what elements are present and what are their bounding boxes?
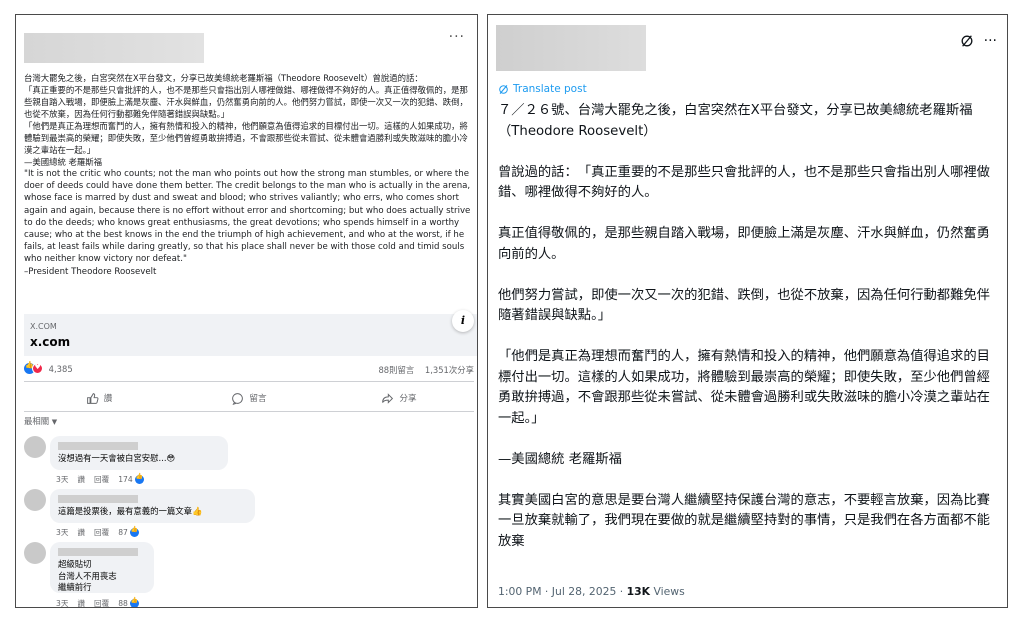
like-reaction-icon (134, 473, 144, 484)
comment-like-link[interactable]: 讚 (77, 598, 85, 607)
translate-label: Translate post (513, 83, 587, 95)
comment-text-line: 繼續前行 (58, 582, 92, 592)
post-paragraph: 其實美國白宮的意思是要台灣人繼續堅持保護台灣的意志，不要輕言放棄，因為比賽一旦放… (498, 492, 990, 549)
comments-count[interactable]: 88則留言 (378, 365, 414, 375)
comment-text-line: 台灣人不用喪志 (58, 570, 117, 581)
post-paragraph: —美國總統 老羅斯福 (498, 451, 622, 467)
blurred-commenter-name (58, 442, 138, 450)
comment-meta: 3天 讚 回覆 174 (56, 473, 144, 485)
timestamp-text[interactable]: 1:00 PM · Jul 28, 2025 · (498, 585, 627, 598)
blurred-commenter-name (58, 548, 138, 556)
comment-text-line: 超級貼切 (58, 559, 92, 569)
comment-time[interactable]: 3天 (56, 598, 68, 607)
comment-button[interactable]: 留言 (174, 387, 324, 409)
post-intro: 台灣大罷免之後，白宮突然在X平台發文，分享已故美總統老羅斯福（Theodore … (24, 73, 423, 83)
comment-like-count[interactable]: 87 (118, 526, 139, 537)
post-body: ７／２６號、台灣大罷免之後，白宮突然在X平台發文，分享已故美總統老羅斯福（The… (498, 101, 1003, 573)
comment-sort-dropdown[interactable]: 最相關 ▼ (24, 415, 57, 427)
grok-icon[interactable] (960, 34, 974, 48)
comment-like-link[interactable]: 讚 (77, 474, 85, 485)
post-paragraph: 曾說過的話： 「真正重要的不是那些只會批評的人，也不是那些只會指出別人哪裡做錯、… (498, 164, 990, 201)
quote-en: "It is not the critic who counts; not th… (24, 169, 471, 265)
comment-icon (232, 392, 244, 405)
thumbs-up-icon (86, 392, 99, 404)
comment-meta: 3天 讚 回覆 87 (56, 526, 139, 538)
action-bar: 讚 留言 分享 (24, 387, 474, 409)
post-body: 台灣大罷免之後，白宮突然在X平台發文，分享已故美總統老羅斯福（Theodore … (24, 72, 474, 278)
more-options-icon[interactable]: ··· (449, 29, 465, 45)
sort-label: 最相關 (24, 416, 50, 426)
comment-bubble: 沒想過有一天會被白宮安慰...😳 (50, 436, 228, 470)
comment-like-count[interactable]: 174 (118, 473, 144, 484)
blurred-commenter-name (58, 495, 138, 503)
caret-down-icon: ▼ (51, 418, 58, 426)
post-paragraph: 「他們是真正為理想而奮鬥的人，擁有熱情和投入的精神，他們願意為值得追求的目標付出… (498, 349, 990, 426)
comment-label: 留言 (249, 394, 267, 404)
comment-bubble: 超級貼切 台灣人不用喪志 繼續前行 (50, 542, 154, 593)
comment-text: 沒想過有一天會被白宮安慰...😳 (58, 453, 176, 463)
comment-time[interactable]: 3天 (56, 474, 68, 485)
post-paragraph: ７／２６號、台灣大罷免之後，白宮突然在X平台發文，分享已故美總統老羅斯福（The… (498, 103, 973, 139)
shares-count[interactable]: 1,351次分享 (425, 365, 474, 375)
link-domain: x.com (30, 335, 71, 349)
like-button[interactable]: 讚 (24, 387, 174, 409)
post-top-icons: ··· (960, 33, 997, 49)
reactions-count[interactable]: 4,385 (49, 364, 73, 374)
comment-time[interactable]: 3天 (56, 527, 68, 538)
facebook-post-panel: ··· 台灣大罷免之後，白宮突然在X平台發文，分享已故美總統老羅斯福（Theod… (15, 14, 478, 608)
like-label: 讚 (103, 394, 113, 404)
share-button[interactable]: 分享 (324, 387, 474, 409)
quote-zh-1: 「真正重要的不是那些只會批評的人，也不是那些只會指出別人哪裡做錯、哪裡做得不夠好… (24, 85, 468, 119)
comment-meta: 3天 讚 回覆 88 (56, 597, 139, 607)
avatar[interactable] (24, 542, 46, 564)
blurred-author-header (24, 33, 204, 63)
share-icon (382, 392, 394, 404)
comment-bubble: 這篇是投票後，最有意義的一篇文章👍 (50, 489, 255, 523)
comment-like-count[interactable]: 88 (118, 597, 139, 607)
post-timestamp: 1:00 PM · Jul 28, 2025 · 13K Views (498, 585, 685, 598)
like-reaction-icon (129, 597, 139, 607)
link-preview-card[interactable]: X.COM x.com i (24, 310, 477, 356)
share-label: 分享 (399, 394, 417, 404)
avatar[interactable] (24, 489, 46, 511)
comment-text: 這篇是投票後，最有意義的一篇文章👍 (58, 506, 203, 516)
post-paragraph: 真正值得敬佩的，是那些親自踏入戰場，即便臉上滿是灰塵、汗水與鮮血，仍然奮勇向前的… (498, 226, 990, 262)
translate-icon (499, 84, 508, 94)
x-post-panel: ··· Translate post ７／２６號、台灣大罷免之後，白宮突然在X平… (487, 14, 1008, 608)
love-reaction-icon (32, 363, 43, 374)
views-label: Views (650, 585, 685, 598)
divider (24, 381, 474, 382)
comment-reply-link[interactable]: 回覆 (94, 598, 109, 607)
quote-zh-2: 「他們是真正為理想而奮鬥的人，擁有熱情和投入的精神，他們願意為值得追求的目標付出… (24, 121, 468, 155)
comment-reply-link[interactable]: 回覆 (94, 474, 109, 485)
blurred-author-header (496, 25, 646, 71)
attribution-zh: —美國總統 老羅斯福 (24, 157, 103, 167)
attribution-en: –President Theodore Roosevelt (24, 266, 157, 277)
translate-post-link[interactable]: Translate post (498, 83, 587, 95)
more-options-icon[interactable]: ··· (984, 33, 997, 49)
comment-like-link[interactable]: 讚 (77, 527, 85, 538)
divider (24, 411, 474, 412)
views-count[interactable]: 13K (627, 585, 650, 598)
avatar[interactable] (24, 436, 46, 458)
engagement-stats: 4,385 88則留言 1,351次分享 (24, 361, 474, 377)
post-paragraph: 他們努力嘗試，即使一次又一次的犯錯、跌倒，也從不放棄，因為任何行動都難免伴隨著錯… (498, 287, 990, 324)
comment-reply-link[interactable]: 回覆 (94, 527, 109, 538)
like-reaction-icon (129, 526, 139, 537)
info-icon[interactable]: i (452, 310, 474, 332)
link-domain-small: X.COM (30, 322, 57, 331)
